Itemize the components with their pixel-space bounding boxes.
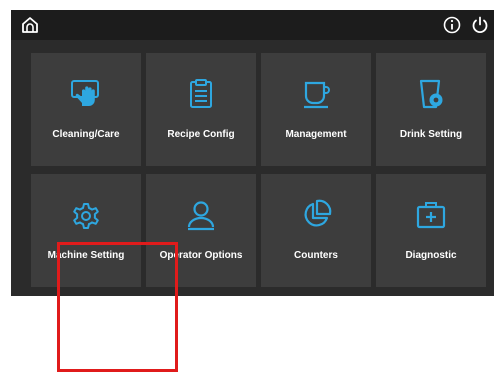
tile-label: Management bbox=[285, 129, 347, 140]
main-menu-screen: Cleaning/Care Recipe Config Management D… bbox=[11, 10, 494, 296]
menu-grid: Cleaning/Care Recipe Config Management D… bbox=[31, 53, 487, 293]
user-icon bbox=[187, 201, 215, 231]
hand-cleaning-icon bbox=[71, 80, 99, 106]
tile-management[interactable]: Management bbox=[261, 53, 371, 166]
pie-chart-icon bbox=[304, 199, 332, 227]
tile-recipe-config[interactable]: Recipe Config bbox=[146, 53, 256, 166]
tile-label: Diagnostic bbox=[405, 250, 457, 261]
cup-icon bbox=[304, 81, 330, 109]
tile-diagnostic[interactable]: Diagnostic bbox=[376, 174, 486, 287]
home-icon[interactable] bbox=[20, 15, 40, 35]
tile-operator-options[interactable]: Operator Options bbox=[146, 174, 256, 287]
first-aid-icon bbox=[416, 202, 446, 229]
tile-machine-setting[interactable]: Machine Setting bbox=[31, 174, 141, 287]
tile-label: Cleaning/Care bbox=[52, 129, 120, 140]
tile-counters[interactable]: Counters bbox=[261, 174, 371, 287]
clipboard-icon bbox=[190, 79, 212, 108]
cup-gear-icon bbox=[419, 79, 443, 109]
tile-label: Machine Setting bbox=[47, 250, 125, 261]
info-icon[interactable] bbox=[442, 15, 462, 35]
gear-icon bbox=[73, 203, 99, 229]
tile-label: Operator Options bbox=[159, 250, 243, 261]
tile-cleaning-care[interactable]: Cleaning/Care bbox=[31, 53, 141, 166]
power-icon[interactable] bbox=[470, 15, 490, 35]
tile-label: Recipe Config bbox=[167, 129, 235, 140]
top-bar bbox=[11, 10, 494, 40]
tile-label: Drink Setting bbox=[399, 129, 463, 140]
tile-label: Counters bbox=[294, 250, 338, 261]
tile-drink-setting[interactable]: Drink Setting bbox=[376, 53, 486, 166]
